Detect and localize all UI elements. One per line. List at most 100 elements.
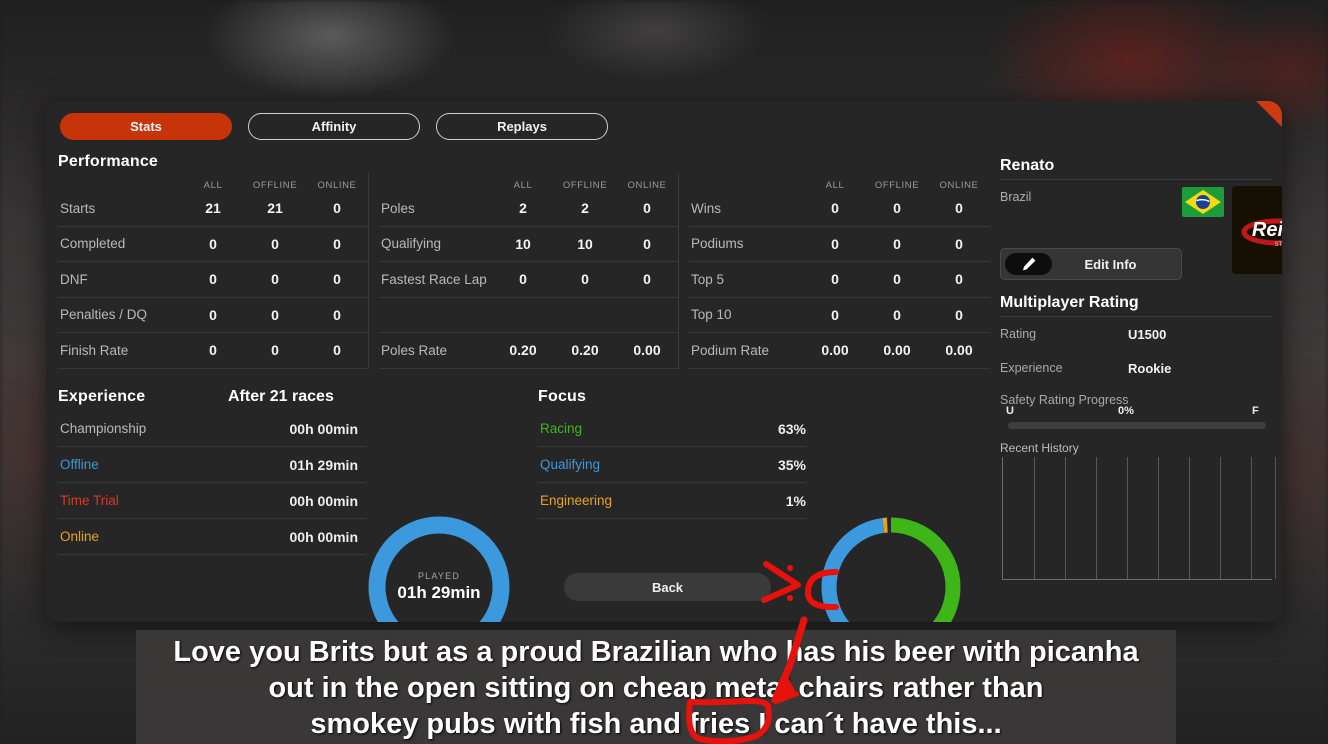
rating-value: U1500 (1128, 326, 1167, 342)
table-row: DNF 0 0 0 (58, 262, 368, 298)
table-row: Starts 21 21 0 (58, 191, 368, 227)
cell-online: 0 (955, 200, 963, 217)
caption-line-1: Love you Brits but as a proud Brazilian … (173, 636, 1139, 668)
cell-all: 0 (209, 306, 217, 323)
cell-offline: 0.20 (571, 342, 599, 359)
corner-accent-triangle (1256, 101, 1282, 127)
experience-row-championship: Championship 00h 00min (58, 411, 366, 447)
cell-online: 0.00 (945, 342, 973, 359)
row-label: Time Trial (60, 493, 119, 508)
table-row: Podium Rate 0.00 0.00 0.00 (689, 333, 990, 369)
experience-row-offline: Offline 01h 29min (58, 447, 366, 483)
rating-row: Rating U1500 (1000, 317, 1272, 351)
header-all: ALL (513, 180, 533, 191)
cell-offline: 2 (581, 200, 589, 217)
svg-text:STUDIOS: STUDIOS (1275, 242, 1282, 248)
table-row: Poles 2 2 0 (379, 191, 678, 227)
gridline (1251, 457, 1252, 579)
row-value: 63% (777, 420, 806, 437)
row-label: Top 5 (691, 271, 725, 287)
caption-overlay: Love you Brits but as a proud Brazilian … (136, 630, 1176, 744)
focus-row-engineering: Engineering 1% (538, 483, 806, 519)
performance-table: ALL OFFLINE ONLINE Starts 21 21 0 Comple… (58, 173, 990, 369)
cell-all: 0 (519, 271, 527, 288)
stats-panel: Stats Affinity Replays Performance ALL O… (46, 101, 1282, 622)
cell-online: 0 (955, 235, 963, 252)
header-offline: OFFLINE (252, 180, 298, 191)
row-label: Racing (540, 421, 583, 436)
header-offline: OFFLINE (562, 180, 608, 191)
row-label: Championship (60, 421, 147, 436)
back-button[interactable]: Back (564, 573, 771, 601)
experience-row-online: Online 00h 00min (58, 519, 366, 555)
focus-row-qualifying: Qualifying 35% (538, 447, 806, 483)
cell-offline: 0 (581, 271, 589, 288)
gridline (1158, 457, 1159, 579)
brazil-flag-icon (1182, 187, 1224, 217)
gridline (1127, 457, 1128, 579)
cell-offline: 0 (271, 342, 279, 359)
cell-all: 0 (831, 271, 839, 288)
table-row: Finish Rate 0 0 0 (58, 333, 368, 369)
experience-level-row: Experience Rookie (1000, 351, 1272, 385)
cell-all: 0.00 (821, 342, 849, 359)
recent-history-chart (1002, 457, 1276, 580)
header-online: ONLINE (939, 180, 979, 191)
edit-info-label: Edit Info (1084, 256, 1137, 272)
header-online: ONLINE (627, 180, 667, 191)
tab-stats-label: Stats (130, 119, 162, 134)
multiplayer-rating-title: Multiplayer Rating (1000, 294, 1139, 311)
header-all: ALL (203, 180, 223, 191)
tab-affinity[interactable]: Affinity (248, 113, 420, 140)
caption-line-2: out in the open sitting on cheap metal c… (268, 672, 1044, 704)
performance-column-1: ALL OFFLINE ONLINE Starts 21 21 0 Comple… (58, 173, 368, 369)
row-label: Podium Rate (691, 342, 770, 358)
svg-text:Reiza: Reiza (1252, 219, 1282, 241)
driver-sidebar: Renato Brazil Reiza STUDIOS (990, 147, 1282, 622)
safety-percent: 0% (1118, 405, 1134, 417)
cell-all: 10 (515, 235, 531, 252)
row-value: 01h 29min (289, 456, 358, 473)
cell-online: 0 (955, 271, 963, 288)
experience-subtitle: After 21 races (228, 388, 334, 405)
tab-replays[interactable]: Replays (436, 113, 608, 140)
header-all: ALL (825, 180, 845, 191)
table-row: Poles Rate 0.20 0.20 0.00 (379, 333, 678, 369)
performance-column-2: ALL OFFLINE ONLINE Poles 2 2 0 Qualifyin… (368, 173, 678, 369)
cell-offline: 10 (577, 235, 593, 252)
cell-online: 0 (333, 271, 341, 288)
table-row: Podiums 0 0 0 (689, 227, 990, 262)
tab-replays-label: Replays (497, 119, 547, 134)
focus-row-racing: Racing 63% (538, 411, 806, 447)
divider (1000, 179, 1272, 180)
cell-offline: 0 (893, 235, 901, 252)
cell-all: 0 (209, 342, 217, 359)
played-donut-value: 01h 29min (397, 583, 481, 602)
tab-stats[interactable]: Stats (60, 113, 232, 140)
cell-offline: 0 (271, 306, 279, 323)
row-value: 00h 00min (289, 528, 358, 545)
safety-rating-progress-bar (1008, 422, 1266, 429)
cell-all: 0 (831, 306, 839, 323)
focus-table: Racing 63% Qualifying 35% Engineering 1%… (538, 411, 806, 555)
table-row: Wins 0 0 0 (689, 191, 990, 227)
row-label: Completed (60, 236, 126, 252)
row-label: Qualifying (540, 457, 601, 472)
cell-offline: 0 (893, 271, 901, 288)
row-value: 1% (785, 492, 806, 509)
table-row: Penalties / DQ 0 0 0 (58, 298, 368, 333)
header-online: ONLINE (317, 180, 357, 191)
row-label: Wins (691, 200, 721, 216)
row-label: Poles (381, 200, 415, 216)
cell-online: 0 (333, 200, 341, 217)
cell-all: 21 (205, 200, 221, 217)
focus-donut-chart (818, 514, 964, 622)
safety-end-mark: F (1252, 405, 1259, 417)
edit-info-button[interactable]: Edit Info (1000, 248, 1182, 280)
cell-online: 0.00 (633, 342, 661, 359)
played-time-donut-chart: PLAYED 01h 29min (366, 514, 512, 622)
gridline (1096, 457, 1097, 579)
row-label: Offline (60, 457, 99, 472)
cell-offline: 21 (267, 200, 283, 217)
row-label: Podiums (691, 236, 744, 252)
